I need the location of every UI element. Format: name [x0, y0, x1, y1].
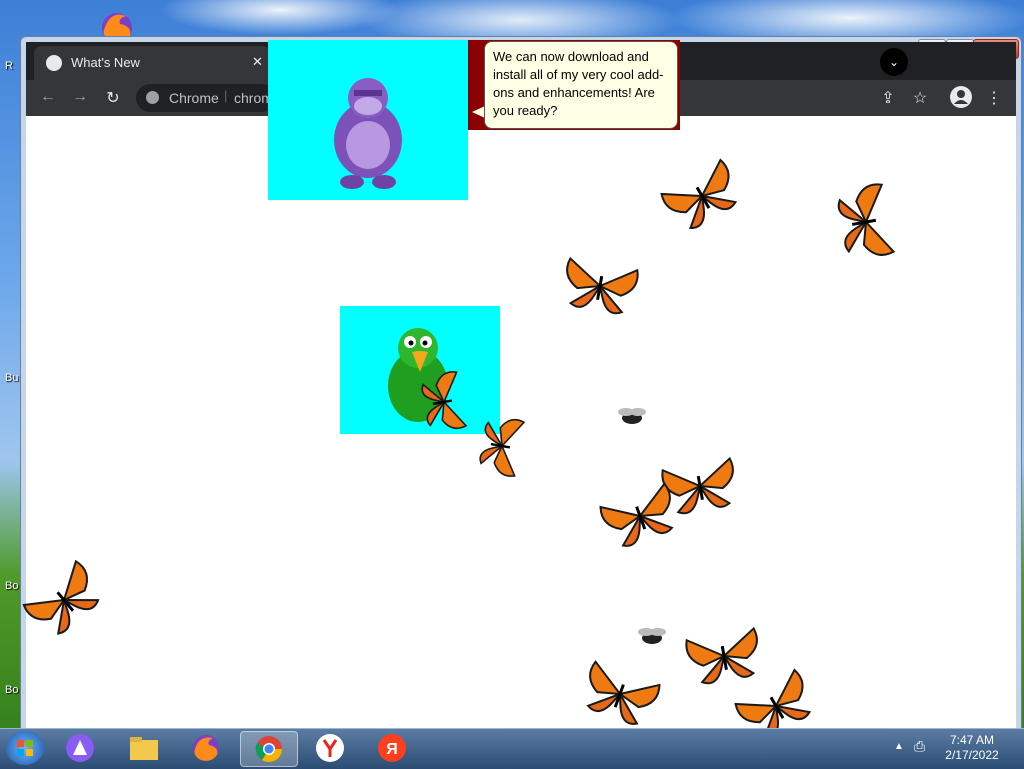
svg-text:Я: Я: [386, 741, 398, 758]
butterfly-icon: [21, 558, 109, 643]
tab-whats-new[interactable]: What's New ✕: [34, 46, 270, 80]
butterfly-icon: [732, 667, 821, 728]
start-button[interactable]: [6, 731, 44, 765]
forward-button[interactable]: →: [70, 88, 90, 106]
chrome-favicon-icon: [46, 55, 62, 71]
menu-kebab-icon[interactable]: ⋮: [984, 88, 1004, 108]
system-clock[interactable]: 7:47 AM 2/17/2022: [936, 733, 1008, 763]
tab-search-dropdown-icon[interactable]: ⌄: [880, 48, 908, 76]
clock-time: 7:47 AM: [949, 733, 995, 747]
omnibox[interactable]: Chrome | chrom: [136, 84, 276, 112]
network-icon[interactable]: ⎙: [914, 738, 925, 755]
butterfly-icon: [559, 256, 641, 318]
butterfly-icon: [476, 413, 526, 479]
taskbar-firefox-icon[interactable]: [188, 731, 224, 765]
butterfly-icon: [683, 626, 765, 688]
bookmark-star-icon[interactable]: ☆: [910, 88, 930, 108]
taskbar-yandex-icon[interactable]: Я: [374, 731, 410, 765]
taskbar-explorer-icon[interactable]: [126, 731, 162, 765]
show-hidden-icons-icon[interactable]: ▲: [894, 741, 904, 752]
fly-icon: [638, 628, 666, 644]
chrome-site-icon: [146, 91, 159, 104]
tab-close-icon[interactable]: ✕: [252, 54, 263, 70]
butterfly-icon: [834, 181, 896, 263]
butterfly-overlay: [21, 157, 896, 728]
taskbar-yandex-browser-icon[interactable]: [312, 731, 348, 765]
butterfly-icon: [659, 456, 741, 518]
butterfly-icon: [597, 481, 684, 553]
butterfly-icon: [576, 659, 663, 728]
tab-title: What's New: [71, 55, 140, 70]
profile-avatar-icon[interactable]: [950, 86, 972, 108]
butterfly-icon: [658, 157, 747, 237]
taskbar-chrome-icon[interactable]: [240, 731, 298, 767]
back-button[interactable]: ←: [38, 88, 58, 106]
taskbar-alice-icon[interactable]: [62, 731, 98, 765]
share-icon[interactable]: ⇪: [878, 88, 898, 108]
clock-date: 2/17/2022: [945, 748, 999, 762]
omnibox-label: Chrome: [169, 90, 219, 106]
desktop-icon-label[interactable]: R: [5, 60, 13, 72]
fly-icon: [618, 408, 646, 424]
reload-button[interactable]: ↻: [103, 88, 123, 108]
omnibox-divider: |: [224, 88, 228, 103]
butterfly-icon: [418, 369, 468, 435]
